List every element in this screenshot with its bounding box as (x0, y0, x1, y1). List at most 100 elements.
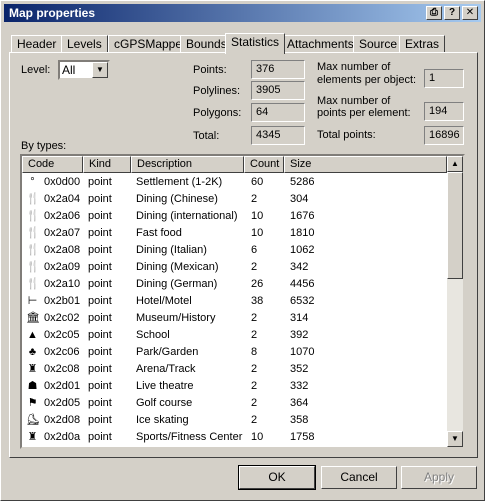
table-row[interactable]: ⛸ 0x2d08 point Ice skating 2 358 (22, 412, 447, 429)
row-size: 1758 (290, 431, 315, 443)
theatre-icon: ☗ (27, 380, 38, 392)
row-code: 0x2d01 (44, 380, 81, 392)
vertical-scrollbar[interactable]: ▲ ▼ (447, 156, 463, 447)
title-bar[interactable]: Map properties (4, 4, 481, 22)
max-elements-label-1: Max number of (317, 61, 391, 73)
row-description: Museum/History (136, 312, 216, 324)
level-value: All (62, 63, 76, 77)
polylines-field: 3905 (251, 81, 305, 100)
column-kind[interactable]: Kind (83, 156, 131, 173)
row-description: Ice skating (136, 414, 189, 426)
row-size: 342 (290, 261, 309, 273)
max-points-label-1: Max number of (317, 95, 391, 107)
row-description: Dining (Mexican) (136, 261, 219, 273)
table-row[interactable]: ▲ 0x2c05 point School 2 392 (22, 327, 447, 344)
row-description: Dining (Italian) (136, 244, 207, 256)
trophy-icon: ♜ (27, 431, 38, 443)
row-size: 1810 (290, 227, 315, 239)
row-kind: point (88, 363, 112, 375)
table-row[interactable]: 🍴 0x2a09 point Dining (Mexican) 2 342 (22, 259, 447, 276)
row-description: Golf course (136, 397, 193, 409)
table-row[interactable]: 🍴 0x2a08 point Dining (Italian) 6 1062 (22, 242, 447, 259)
row-description: School (136, 329, 170, 341)
table-row[interactable]: 🍴 0x2a04 point Dining (Chinese) 2 304 (22, 191, 447, 208)
help-button[interactable]: ? (444, 6, 460, 20)
tab-statistics[interactable]: Statistics (225, 33, 286, 54)
row-count: 2 (251, 397, 258, 409)
row-count: 10 (251, 227, 264, 239)
row-count: 2 (251, 363, 258, 375)
row-description: Arena/Track (136, 363, 196, 375)
column-count[interactable]: Count (244, 156, 284, 173)
row-kind: point (88, 431, 112, 443)
row-kind: point (88, 278, 112, 290)
row-kind: point (88, 227, 112, 239)
total-points-label: Total points: (317, 129, 376, 141)
table-row[interactable]: ♜ 0x2c08 point Arena/Track 2 352 (22, 361, 447, 378)
level-select[interactable]: All ▼ (58, 60, 110, 80)
row-code: 0x2a04 (44, 193, 81, 205)
scroll-up-button[interactable]: ▲ (447, 156, 463, 172)
row-size: 314 (290, 312, 309, 324)
by-types-label: By types: (21, 140, 67, 152)
scroll-thumb[interactable] (447, 172, 463, 279)
table-row[interactable]: 🍴 0x2a07 point Fast food 10 1810 (22, 225, 447, 242)
row-count: 2 (251, 414, 258, 426)
row-count: 2 (251, 380, 258, 392)
scroll-down-button[interactable]: ▼ (447, 431, 463, 447)
row-size: 364 (290, 397, 309, 409)
total-field: 4345 (251, 126, 305, 145)
row-code: 0x2d0a (44, 431, 81, 443)
tab-extras[interactable]: Extras (399, 35, 446, 53)
row-size: 6532 (290, 295, 315, 307)
tab-attachments[interactable]: Attachments (281, 35, 360, 53)
print-icon[interactable]: ⎙ (426, 6, 442, 20)
table-row[interactable]: ⊢ 0x2b01 point Hotel/Motel 38 6532 (22, 293, 447, 310)
row-count: 6 (251, 244, 258, 256)
tab-header[interactable]: Header (11, 35, 63, 53)
polylines-label: Polylines: (193, 85, 241, 97)
museum-icon: 🏛 (26, 312, 40, 324)
table-row[interactable]: ♜ 0x2d0a point Sports/Fitness Center 10 1758 (22, 429, 447, 446)
row-size: 1676 (290, 210, 315, 222)
list-header: Code Kind Description Count Size (22, 156, 447, 173)
row-description: Park/Garden (136, 346, 199, 358)
table-row[interactable]: 🍴 0x2a10 point Dining (German) 26 4456 (22, 276, 447, 293)
row-description: Hotel/Motel (136, 295, 192, 307)
row-size: 352 (290, 363, 309, 375)
trophy-icon: ♜ (27, 363, 38, 375)
max-points-label-2: points per element: (317, 107, 411, 119)
table-row[interactable]: 🍴 0x2a06 point Dining (international) 10 1676 (22, 208, 447, 225)
table-row[interactable]: ⚑ 0x2d05 point Golf course 2 364 (22, 395, 447, 412)
column-code[interactable]: Code (22, 156, 83, 173)
tab-levels[interactable]: Levels (61, 35, 108, 53)
fork-knife-icon: 🍴 (26, 244, 40, 256)
golf-icon: ⚑ (27, 397, 38, 409)
row-size: 358 (290, 414, 309, 426)
polygons-label: Polygons: (193, 107, 242, 119)
table-row[interactable]: ♣ 0x2c06 point Park/Garden 8 1070 (22, 344, 447, 361)
table-row[interactable]: 🏛 0x2c02 point Museum/History 2 314 (22, 310, 447, 327)
row-code: 0x2d05 (44, 397, 81, 409)
types-list[interactable]: Code Kind Description Count Size ° 0x0d00… (20, 154, 465, 449)
tab-source[interactable]: Source (353, 35, 404, 53)
ok-button[interactable]: OK (238, 465, 316, 490)
apply-button[interactable]: Apply (401, 466, 477, 489)
close-button[interactable]: ✕ (462, 6, 478, 20)
points-label: Points: (193, 64, 227, 76)
column-size[interactable]: Size (284, 156, 447, 173)
tree-icon: ♣ (28, 346, 37, 358)
row-size: 1062 (290, 244, 315, 256)
chevron-down-icon[interactable]: ▼ (92, 62, 108, 78)
table-row[interactable]: ° 0x0d00 point Settlement (1-2K) 60 5286 (22, 174, 447, 191)
row-kind: point (88, 261, 112, 273)
table-row[interactable]: ☗ 0x2d01 point Live theatre 2 332 (22, 378, 447, 395)
row-kind: point (88, 329, 112, 341)
row-count: 2 (251, 261, 258, 273)
column-description[interactable]: Description (131, 156, 244, 173)
cancel-button[interactable]: Cancel (321, 466, 397, 489)
fork-knife-icon: 🍴 (26, 278, 40, 290)
row-code: 0x2a10 (44, 278, 81, 290)
row-kind: point (88, 312, 112, 324)
row-count: 8 (251, 346, 258, 358)
